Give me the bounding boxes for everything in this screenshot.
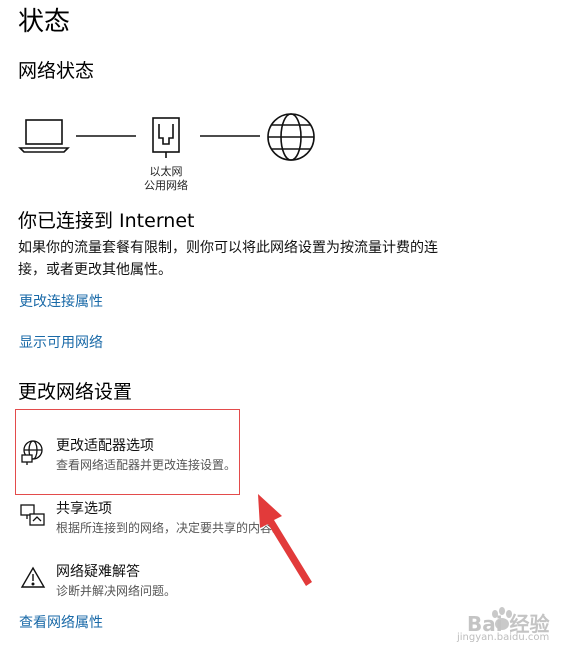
watermark: Bai 经验 jingyan.baidu.com [449, 604, 569, 648]
watermark-url: jingyan.baidu.com [457, 632, 550, 643]
globe-icon [267, 113, 315, 161]
warning-icon [20, 566, 46, 588]
option-subtitle: 诊断并解决网络问题。 [56, 584, 177, 598]
change-network-settings-heading: 更改网络设置 [18, 381, 133, 403]
view-network-properties-link[interactable]: 查看网络属性 [19, 613, 103, 633]
ethernet-icon [152, 117, 180, 158]
laptop-icon [18, 119, 70, 153]
change-connection-properties-link[interactable]: 更改连接属性 [19, 292, 103, 312]
sharing-icon [20, 504, 45, 526]
option-title: 共享选项 [56, 501, 112, 517]
show-available-networks-link[interactable]: 显示可用网络 [19, 333, 103, 353]
network-status-heading: 网络状态 [18, 60, 95, 82]
adapter-label-ethernet: 以太网 [149, 165, 183, 178]
connection-description: 如果你的流量套餐有限制，则你可以将此网络设置为按流量计费的连接，或者更改其他属性… [18, 240, 438, 278]
highlight-box [15, 409, 240, 495]
adapter-label-public: 公用网络 [144, 179, 188, 192]
connection-status-title: 你已连接到 Internet [18, 210, 195, 232]
annotation-arrow-icon [258, 494, 312, 586]
option-title: 网络疑难解答 [56, 564, 140, 580]
network-diagram: 以太网 公用网络 [14, 108, 334, 198]
page-title: 状态 [18, 7, 71, 37]
